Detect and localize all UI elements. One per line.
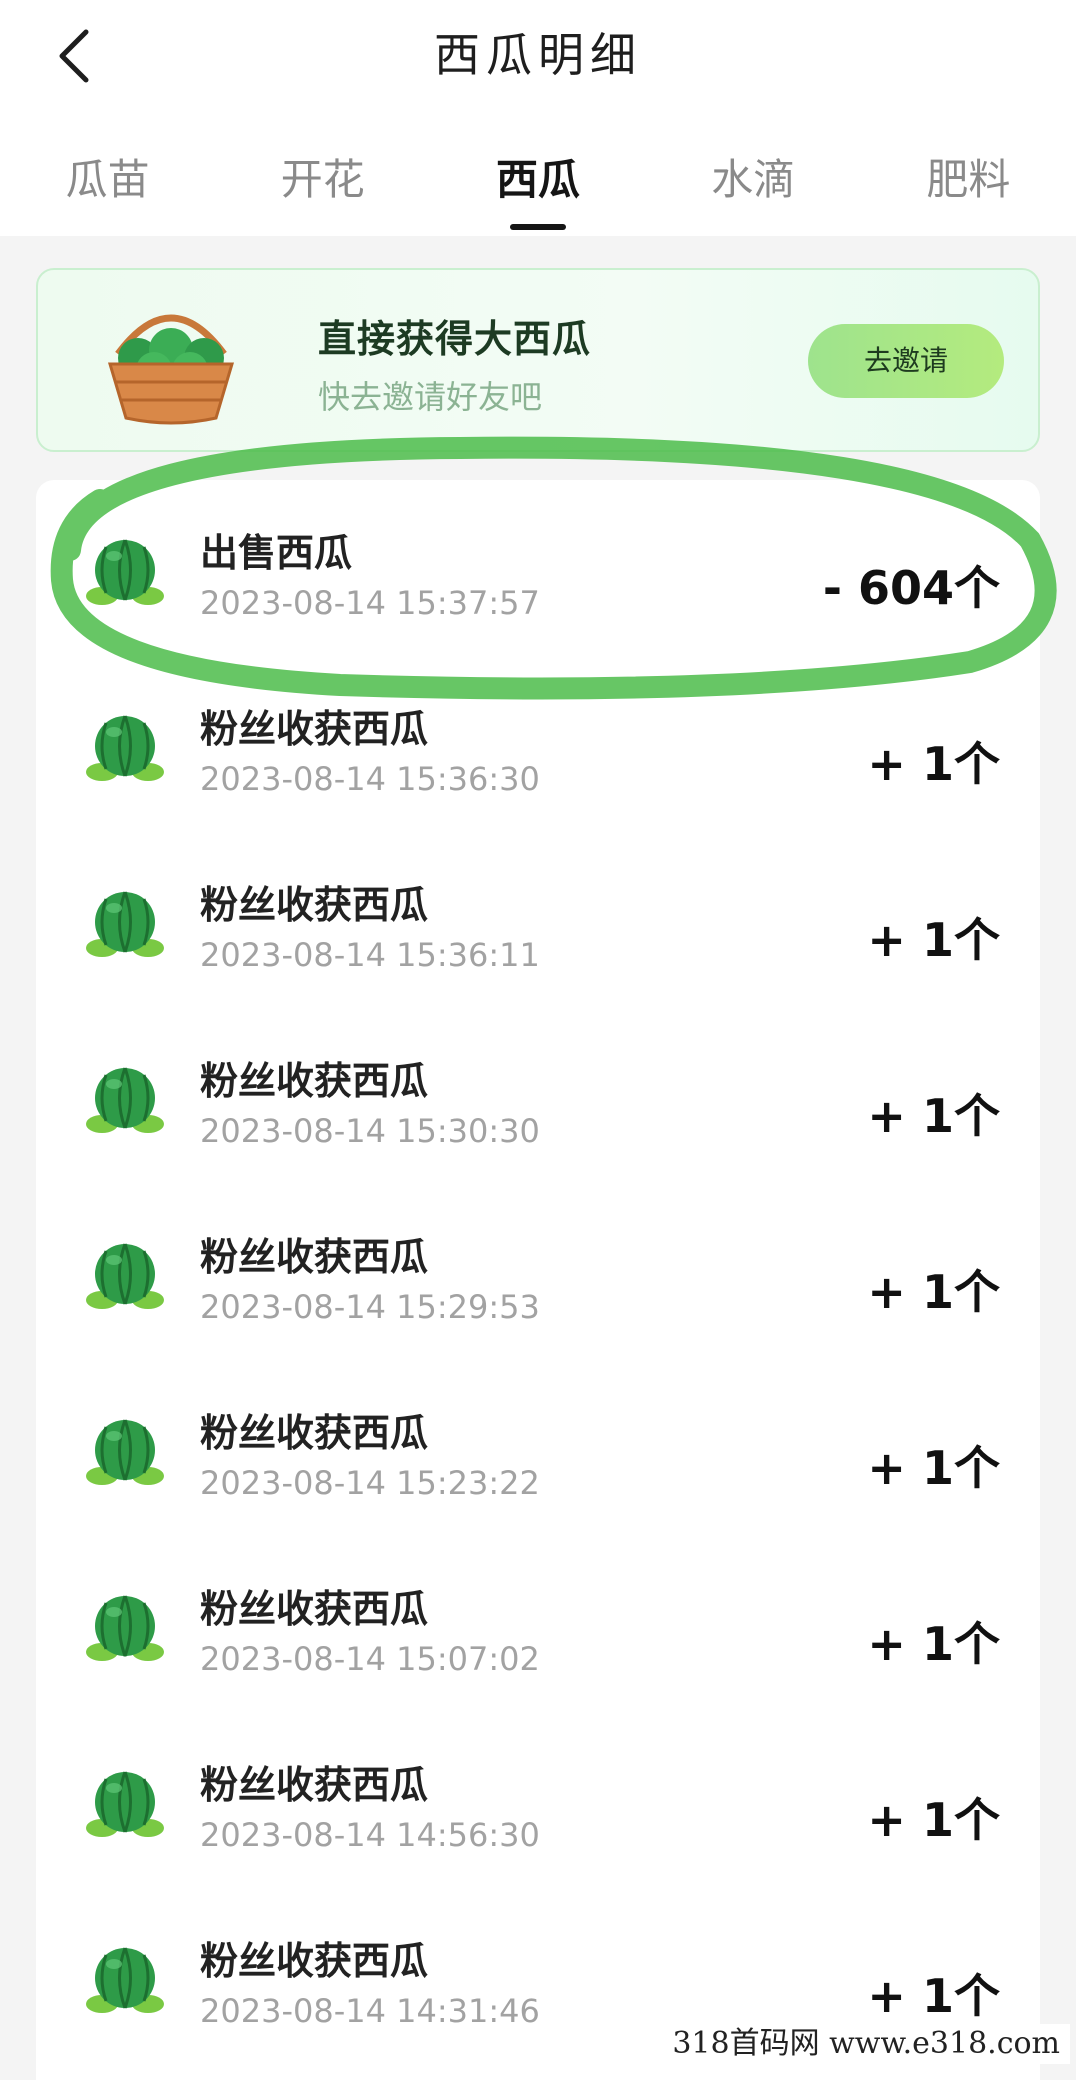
- record-time: 2023-08-14 15:37:57: [200, 584, 540, 622]
- tab-water-drop[interactable]: 水滴: [646, 140, 861, 230]
- watermelon-icon: [86, 1771, 164, 1837]
- list-item[interactable]: 粉丝收获西瓜 2023-08-14 15:30:30 + 1个: [36, 1008, 1040, 1184]
- tab-label: 瓜苗: [65, 155, 150, 204]
- record-amount: + 1个: [867, 1969, 1000, 2023]
- record-name: 粉丝收获西瓜: [200, 1587, 429, 1631]
- list-item[interactable]: 粉丝收获西瓜 2023-08-14 15:36:30 + 1个: [36, 656, 1040, 832]
- tab-label: 开花: [280, 155, 365, 204]
- record-amount: + 1个: [867, 1265, 1000, 1319]
- list-item[interactable]: 粉丝收获西瓜 2023-08-14 15:07:02 + 1个: [36, 1536, 1040, 1712]
- record-time: 2023-08-14 15:29:53: [200, 1288, 540, 1326]
- tab-label: 肥料: [926, 155, 1011, 204]
- record-amount: + 1个: [867, 1441, 1000, 1495]
- watermelon-icon: [86, 715, 164, 781]
- list-item[interactable]: 出售西瓜 2023-08-14 15:37:57 - 604个: [36, 480, 1040, 656]
- record-time: 2023-08-14 14:56:30: [200, 1816, 540, 1854]
- tab-seedling[interactable]: 瓜苗: [0, 140, 215, 230]
- tab-label: 西瓜: [496, 155, 581, 204]
- tab-flower[interactable]: 开花: [215, 140, 430, 230]
- record-time: 2023-08-14 14:31:46: [200, 1992, 540, 2030]
- record-amount: + 1个: [867, 737, 1000, 791]
- record-time: 2023-08-14 15:07:02: [200, 1640, 540, 1678]
- list-item[interactable]: 粉丝收获西瓜 2023-08-14 15:23:22 + 1个: [36, 1360, 1040, 1536]
- record-amount: + 1个: [867, 913, 1000, 967]
- record-amount: + 1个: [867, 1793, 1000, 1847]
- tab-watermelon[interactable]: 西瓜: [430, 140, 645, 230]
- watermelon-icon: [86, 1947, 164, 2013]
- app-header: 西瓜明细 瓜苗 开花 西瓜 水滴 肥料: [0, 0, 1076, 236]
- record-name: 粉丝收获西瓜: [200, 1763, 429, 1807]
- banner-subtitle: 快去邀请好友吧: [318, 378, 543, 416]
- watermelon-icon: [86, 1595, 164, 1661]
- record-time: 2023-08-14 15:23:22: [200, 1464, 540, 1502]
- list-item[interactable]: 粉丝收获西瓜 2023-08-14 14:56:30 + 1个: [36, 1712, 1040, 1888]
- invite-banner: 直接获得大西瓜 快去邀请好友吧 去邀请: [36, 268, 1040, 452]
- page-title: 西瓜明细: [434, 28, 642, 82]
- record-name: 粉丝收获西瓜: [200, 1235, 429, 1279]
- record-name: 粉丝收获西瓜: [200, 1411, 429, 1455]
- record-name: 出售西瓜: [200, 531, 353, 575]
- tab-bar: 瓜苗 开花 西瓜 水滴 肥料: [0, 140, 1076, 230]
- record-name: 粉丝收获西瓜: [200, 883, 429, 927]
- watermelon-icon: [86, 1067, 164, 1133]
- site-watermark: 318首码网 www.e318.com: [662, 2024, 1070, 2064]
- record-name: 粉丝收获西瓜: [200, 1939, 429, 1983]
- record-name: 粉丝收获西瓜: [200, 1059, 429, 1103]
- record-time: 2023-08-14 15:36:11: [200, 936, 540, 974]
- list-item[interactable]: 粉丝收获西瓜 2023-08-14 15:36:11 + 1个: [36, 832, 1040, 1008]
- watermelon-icon: [86, 1243, 164, 1309]
- tab-fertilizer[interactable]: 肥料: [861, 140, 1076, 230]
- record-time: 2023-08-14 15:36:30: [200, 760, 540, 798]
- watermelon-icon: [86, 891, 164, 957]
- invite-button[interactable]: 去邀请: [808, 324, 1004, 398]
- record-amount: + 1个: [867, 1089, 1000, 1143]
- watermelon-icon: [86, 1419, 164, 1485]
- record-amount: + 1个: [867, 1617, 1000, 1671]
- watermelon-basket-icon: [107, 314, 235, 425]
- banner-title: 直接获得大西瓜: [318, 317, 592, 361]
- watermelon-icon: [86, 539, 164, 605]
- record-list: 出售西瓜 2023-08-14 15:37:57 - 604个 粉丝收获西瓜 2…: [36, 480, 1040, 2080]
- record-time: 2023-08-14 15:30:30: [200, 1112, 540, 1150]
- record-name: 粉丝收获西瓜: [200, 707, 429, 751]
- active-tab-indicator: [510, 224, 566, 230]
- record-amount: - 604个: [822, 561, 1000, 615]
- tab-label: 水滴: [711, 155, 796, 204]
- list-item[interactable]: 粉丝收获西瓜 2023-08-14 15:29:53 + 1个: [36, 1184, 1040, 1360]
